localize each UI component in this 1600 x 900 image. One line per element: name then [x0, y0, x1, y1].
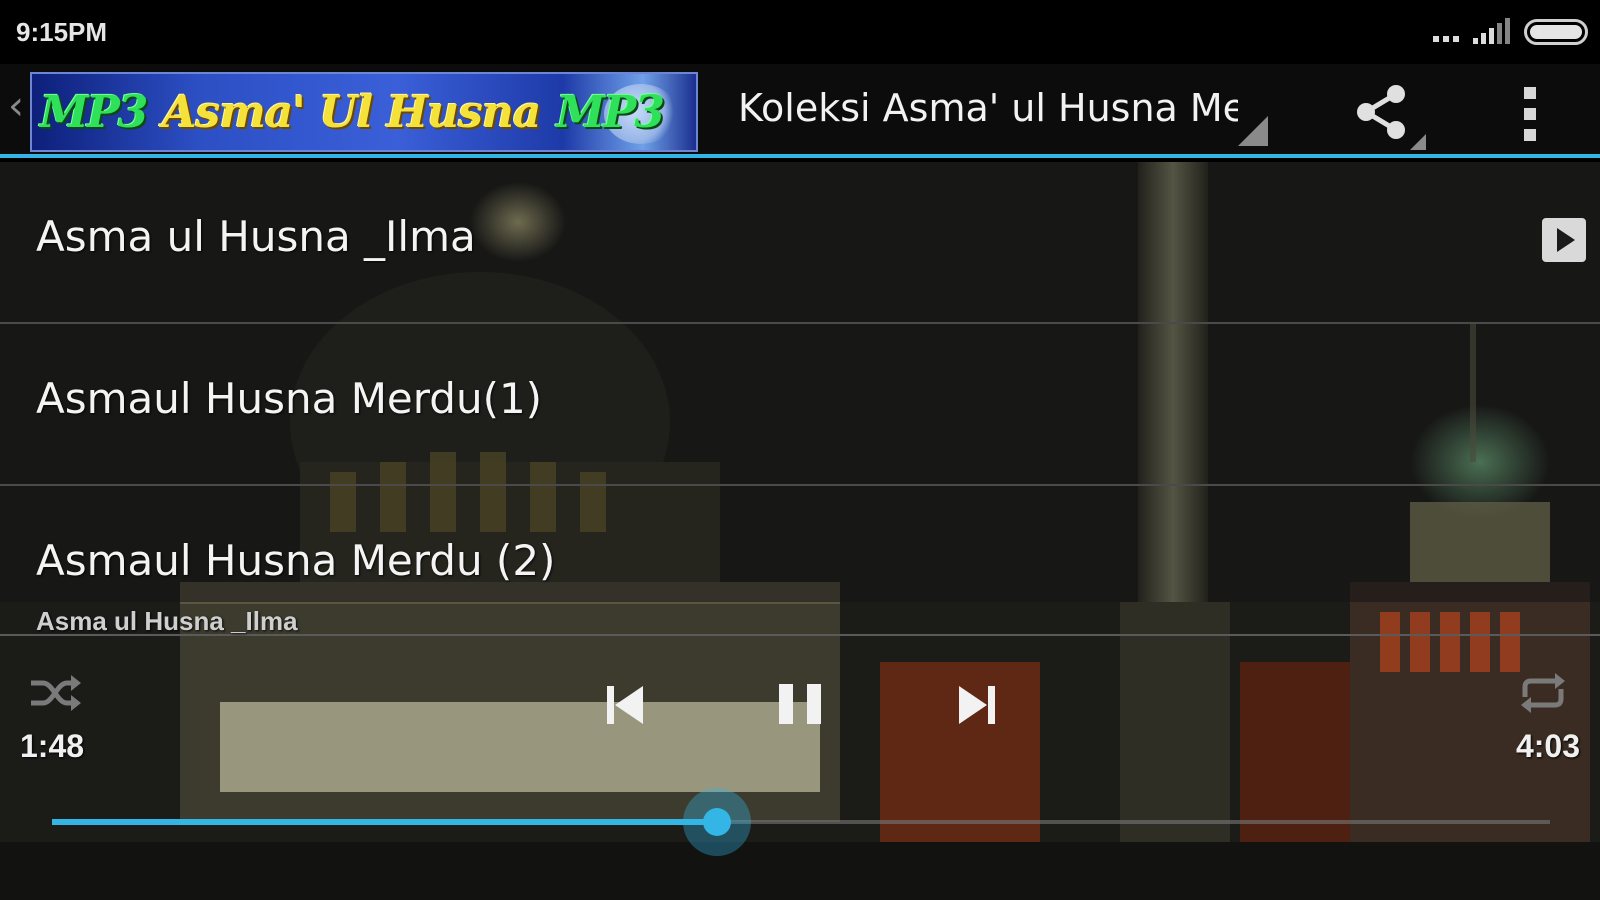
battery-icon: [1524, 19, 1588, 45]
playlist-title-spinner[interactable]: Koleksi Asma' ul Husna Merdu: [738, 64, 1290, 154]
share-icon: [1357, 85, 1405, 139]
status-bar: 9:15PM: [0, 0, 1600, 64]
player-content: Asma ul Husna _Ilma Asmaul Husna Merdu(1…: [0, 162, 1600, 900]
status-icons: [1433, 16, 1588, 48]
share-button[interactable]: [1346, 78, 1426, 150]
logo-mp3-left: MP3: [40, 86, 148, 138]
seek-thumb[interactable]: [683, 788, 752, 856]
total-duration: 4:03: [1515, 728, 1580, 764]
playlist-title: Koleksi Asma' ul Husna Merdu: [738, 86, 1238, 130]
elapsed-time: 1:48: [20, 728, 85, 764]
overflow-menu-icon: [1524, 87, 1536, 99]
notification-dots-icon: [1433, 36, 1459, 48]
overflow-menu-button[interactable]: [1506, 82, 1554, 146]
repeat-button[interactable]: [1508, 668, 1578, 718]
seek-bar[interactable]: [52, 788, 1550, 856]
signal-icon: [1473, 18, 1510, 48]
app-logo-banner[interactable]: MP3 Asma' Ul Husna MP3: [30, 72, 698, 152]
seek-progress: [52, 819, 718, 825]
pause-icon: [779, 684, 821, 724]
share-corner-indicator: [1410, 134, 1426, 150]
now-playing-icon: [1542, 218, 1586, 262]
now-playing-title: Asma ul Husna _Ilma: [36, 606, 298, 636]
action-bar: ‹ MP3 Asma' Ul Husna MP3 Koleksi Asma' u…: [0, 64, 1600, 158]
logo-title: Asma' Ul Husna: [162, 86, 541, 138]
spinner-indicator-icon: [1238, 116, 1268, 146]
logo-mp3-right: MP3: [556, 86, 664, 138]
status-time: 9:15PM: [16, 16, 108, 47]
track-title: Asmaul Husna Merdu (2): [36, 536, 556, 585]
pause-button[interactable]: [764, 666, 836, 742]
playlist: Asma ul Husna _Ilma Asmaul Husna Merdu(1…: [0, 162, 1600, 636]
next-icon: [959, 686, 995, 724]
previous-button[interactable]: [590, 670, 660, 740]
shuffle-button[interactable]: [20, 668, 90, 718]
shuffle-icon: [31, 675, 81, 711]
previous-icon: [607, 686, 643, 724]
chevron-left-icon[interactable]: ‹: [8, 86, 24, 126]
next-button[interactable]: [942, 670, 1012, 740]
playlist-item[interactable]: Asmaul Husna Merdu(1): [0, 324, 1600, 486]
track-title: Asma ul Husna _Ilma: [36, 212, 476, 261]
repeat-icon: [1521, 673, 1565, 713]
playlist-item[interactable]: Asma ul Husna _Ilma: [0, 162, 1600, 324]
track-title: Asmaul Husna Merdu(1): [36, 374, 543, 423]
